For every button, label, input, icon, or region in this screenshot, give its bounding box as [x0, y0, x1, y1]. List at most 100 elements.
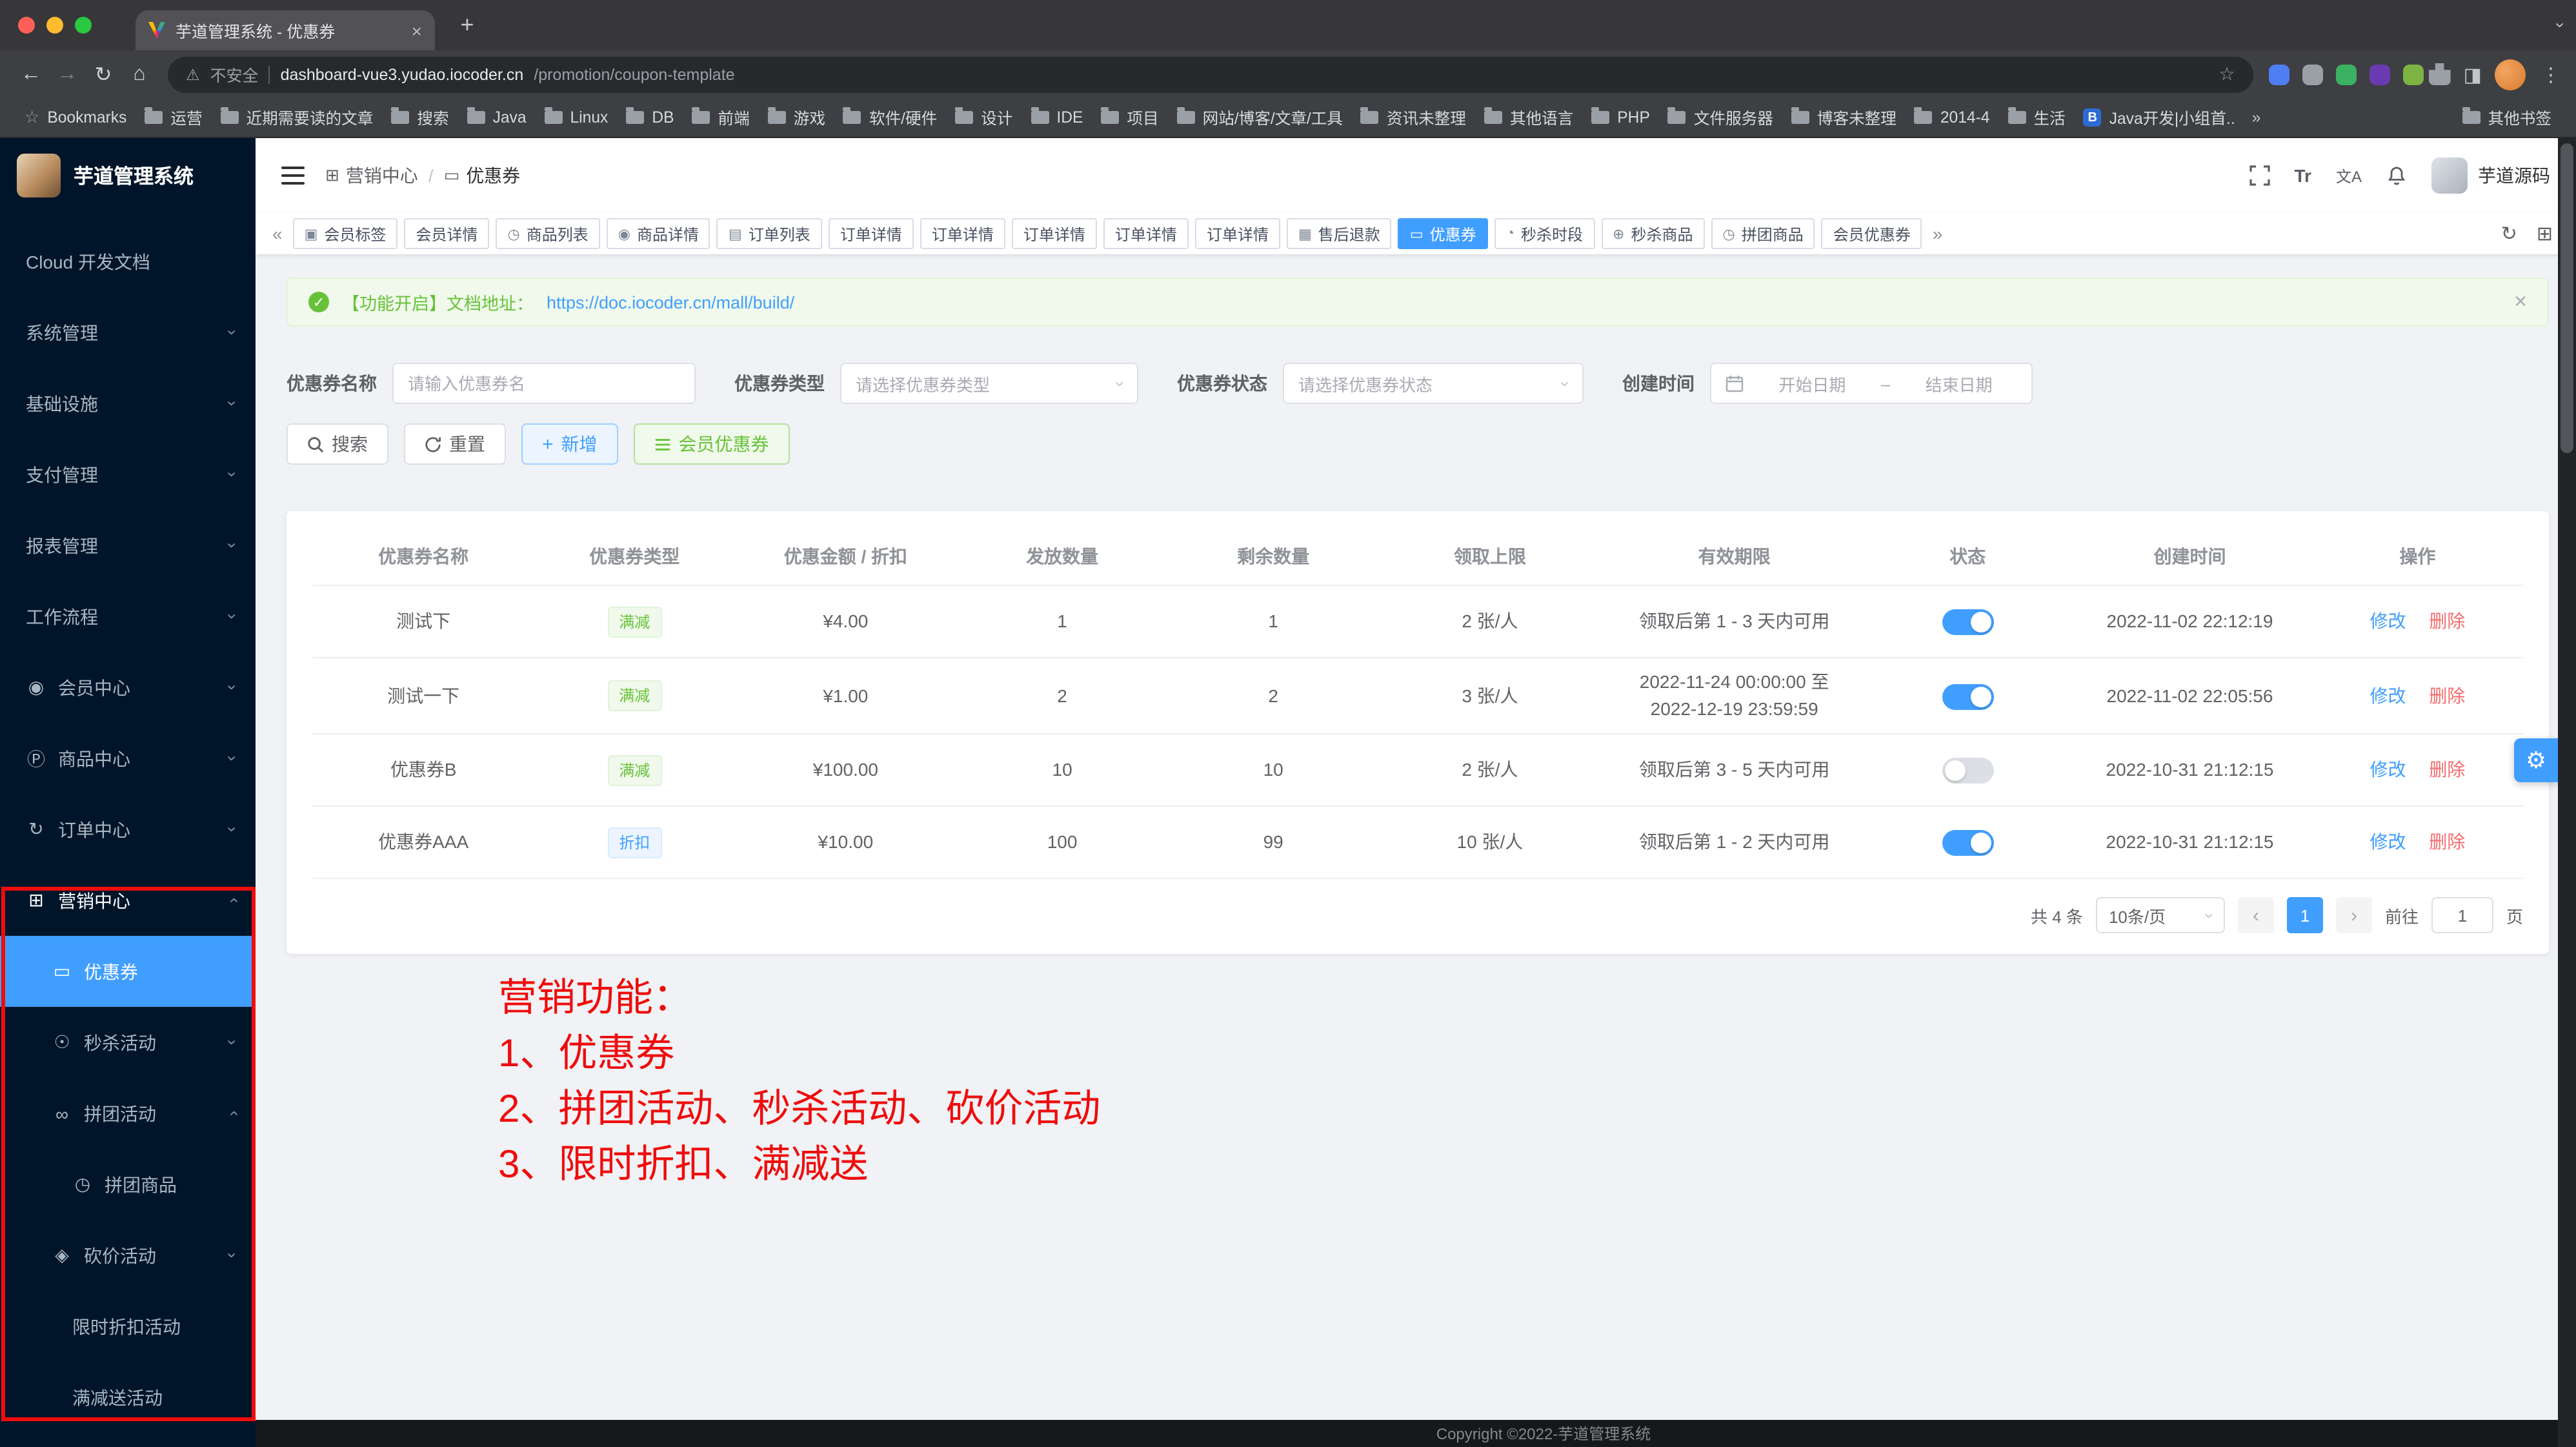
edit-link[interactable]: 修改 — [2370, 611, 2406, 631]
doc-link[interactable]: https://doc.iocoder.cn/mall/build/ — [547, 292, 794, 312]
delete-link[interactable]: 删除 — [2429, 685, 2465, 705]
app-logo[interactable]: 芋道管理系统 — [0, 138, 256, 213]
extension-icon[interactable] — [2302, 64, 2323, 85]
sidebar-menu-item[interactable]: ☉ 秒杀活动 — [0, 1007, 256, 1078]
extensions-puzzle-icon[interactable] — [2429, 63, 2451, 85]
back-button[interactable]: ← — [13, 56, 49, 92]
page-tag[interactable]: ▤ 订单列表 — [717, 218, 822, 249]
maximize-window-button[interactable] — [75, 17, 92, 34]
sidebar-menu-item[interactable]: ◷ 拼团商品 — [0, 1149, 256, 1220]
close-window-button[interactable] — [18, 17, 35, 34]
bookmark-item[interactable]: Bookmarks — [15, 103, 136, 132]
other-bookmarks[interactable]: 其他书签 — [2453, 102, 2561, 133]
coupon-type-select[interactable]: 请选择优惠券类型 › — [840, 363, 1138, 404]
bookmark-item[interactable]: 资讯未整理 — [1352, 102, 1475, 133]
page-tag[interactable]: ▣ 会员标签 — [293, 218, 398, 249]
font-size-icon[interactable]: Tr — [2295, 165, 2311, 186]
coupon-name-input[interactable] — [408, 374, 680, 393]
prev-page-button[interactable]: ‹ — [2238, 897, 2274, 933]
bookmark-item[interactable]: 生活 — [1998, 102, 2074, 133]
refresh-page-icon[interactable]: ↻ — [2501, 222, 2517, 245]
alert-close-icon[interactable]: × — [2514, 289, 2527, 315]
tab-close-icon[interactable]: × — [412, 20, 422, 41]
tags-scroll-right-icon[interactable]: » — [1929, 223, 1947, 244]
breadcrumb-marketing[interactable]: ⊞ 营销中心 — [325, 163, 418, 188]
sidebar-menu-item[interactable]: 限时折扣活动 — [0, 1291, 256, 1362]
page-tag[interactable]: 订单详情 — [829, 218, 914, 249]
bookmark-item[interactable]: 2014-4 — [1906, 105, 1999, 130]
current-page-button[interactable]: 1 — [2287, 897, 2323, 933]
address-bar[interactable]: ⚠ 不安全 dashboard-vue3.yudao.iocoder.cn /p… — [168, 56, 2253, 92]
goto-page-input[interactable] — [2431, 897, 2493, 933]
bookmark-item[interactable]: 项目 — [1092, 102, 1167, 133]
sidebar-menu-item[interactable]: Cloud 开发文档 — [0, 226, 256, 297]
tags-scroll-left-icon[interactable]: « — [268, 223, 287, 244]
bookmark-item[interactable]: 软件/硬件 — [834, 102, 946, 133]
bookmark-item[interactable]: 搜索 — [382, 102, 458, 133]
extension-icon[interactable] — [2336, 64, 2357, 85]
reset-button[interactable]: 重置 — [404, 423, 506, 465]
sidebar-menu-item[interactable]: ∞ 拼团活动 — [0, 1078, 256, 1149]
page-tag[interactable]: 会员详情 — [404, 218, 489, 249]
sidebar-menu-item[interactable]: ▭ 优惠券 — [0, 936, 256, 1007]
search-button[interactable]: 搜索 — [287, 423, 388, 465]
sidebar-menu-item[interactable]: 报表管理 — [0, 510, 256, 581]
browser-profile-avatar[interactable] — [2495, 59, 2526, 90]
page-tag[interactable]: ◷ 商品列表 — [496, 218, 599, 249]
bookmark-star-icon[interactable]: ☆ — [2219, 63, 2235, 85]
delete-link[interactable]: 删除 — [2429, 831, 2465, 852]
bookmark-item[interactable]: 博客未整理 — [1782, 102, 1906, 133]
page-tag[interactable]: 订单详情 — [1103, 218, 1189, 249]
sidebar-menu-item[interactable]: 系统管理 — [0, 297, 256, 368]
status-switch[interactable] — [1942, 609, 1993, 635]
minimize-window-button[interactable] — [46, 17, 63, 34]
bookmark-item[interactable]: 前端 — [683, 102, 759, 133]
sidebar-menu-item[interactable]: ↻ 订单中心 — [0, 794, 256, 865]
side-panel-icon[interactable]: ◨ — [2464, 63, 2482, 86]
edit-link[interactable]: 修改 — [2370, 831, 2406, 852]
next-page-button[interactable]: › — [2336, 897, 2372, 933]
new-tab-button[interactable]: + — [450, 8, 484, 42]
page-tag[interactable]: ▦ 售后退款 — [1287, 218, 1392, 249]
sidebar-menu-item[interactable]: ⊞ 营销中心 — [0, 865, 256, 936]
sidebar-menu-item[interactable]: Ⓟ 商品中心 — [0, 723, 256, 794]
home-button[interactable]: ⌂ — [121, 56, 157, 92]
bookmark-item[interactable]: 运营 — [136, 102, 211, 133]
layout-grid-icon[interactable]: ⊞ — [2537, 222, 2553, 245]
sidebar-menu-item[interactable]: 基础设施 — [0, 368, 256, 439]
browser-menu-icon[interactable]: ⋮ — [2539, 63, 2563, 86]
edit-link[interactable]: 修改 — [2370, 759, 2406, 780]
page-tag[interactable]: ◔ 秒杀时段 — [1494, 218, 1595, 249]
forward-button[interactable]: → — [49, 56, 85, 92]
member-coupon-button[interactable]: 会员优惠券 — [634, 423, 790, 465]
page-tag[interactable]: ◉ 商品详情 — [607, 218, 710, 249]
delete-link[interactable]: 删除 — [2429, 611, 2465, 631]
reload-button[interactable]: ↻ — [85, 56, 121, 92]
settings-fab[interactable]: ⚙ — [2514, 738, 2558, 782]
bookmarks-overflow-chevron[interactable]: » — [2244, 108, 2269, 126]
delete-link[interactable]: 删除 — [2429, 759, 2465, 780]
browser-tab[interactable]: 芋道管理系统 - 优惠券 × — [136, 10, 435, 50]
page-tag[interactable]: 订单详情 — [1012, 218, 1097, 249]
bookmark-item[interactable]: Linux — [536, 105, 618, 130]
page-tag[interactable]: 会员优惠券 — [1822, 218, 1922, 249]
page-tag[interactable]: ◷ 拼团商品 — [1711, 218, 1815, 249]
date-range-picker[interactable]: 开始日期 – 结束日期 — [1710, 363, 2033, 404]
sidebar-menu-item[interactable]: 满减送活动 — [0, 1362, 256, 1433]
bookmark-item[interactable]: 文件服务器 — [1659, 102, 1782, 133]
bookmark-item[interactable]: PHP — [1582, 105, 1659, 130]
sidebar-menu-item[interactable]: 支付管理 — [0, 439, 256, 510]
status-switch[interactable] — [1942, 683, 1993, 709]
user-menu[interactable]: 芋道源码 — [2431, 157, 2550, 194]
page-tag[interactable]: 订单详情 — [920, 218, 1005, 249]
add-button[interactable]: + 新增 — [521, 423, 618, 465]
tab-search-chevron-icon[interactable]: › — [2551, 23, 2570, 28]
status-switch[interactable] — [1942, 830, 1993, 856]
bookmark-item[interactable]: IDE — [1021, 105, 1092, 130]
scrollbar-thumb[interactable] — [2561, 143, 2573, 453]
bookmark-item[interactable]: 网站/博客/文章/工具 — [1168, 102, 1352, 133]
sidebar-menu-item[interactable]: ◈ 砍价活动 — [0, 1220, 256, 1291]
page-tag[interactable]: 订单详情 — [1195, 218, 1280, 249]
bookmark-item[interactable]: 设计 — [946, 102, 1021, 133]
collapse-menu-icon[interactable] — [281, 167, 305, 185]
